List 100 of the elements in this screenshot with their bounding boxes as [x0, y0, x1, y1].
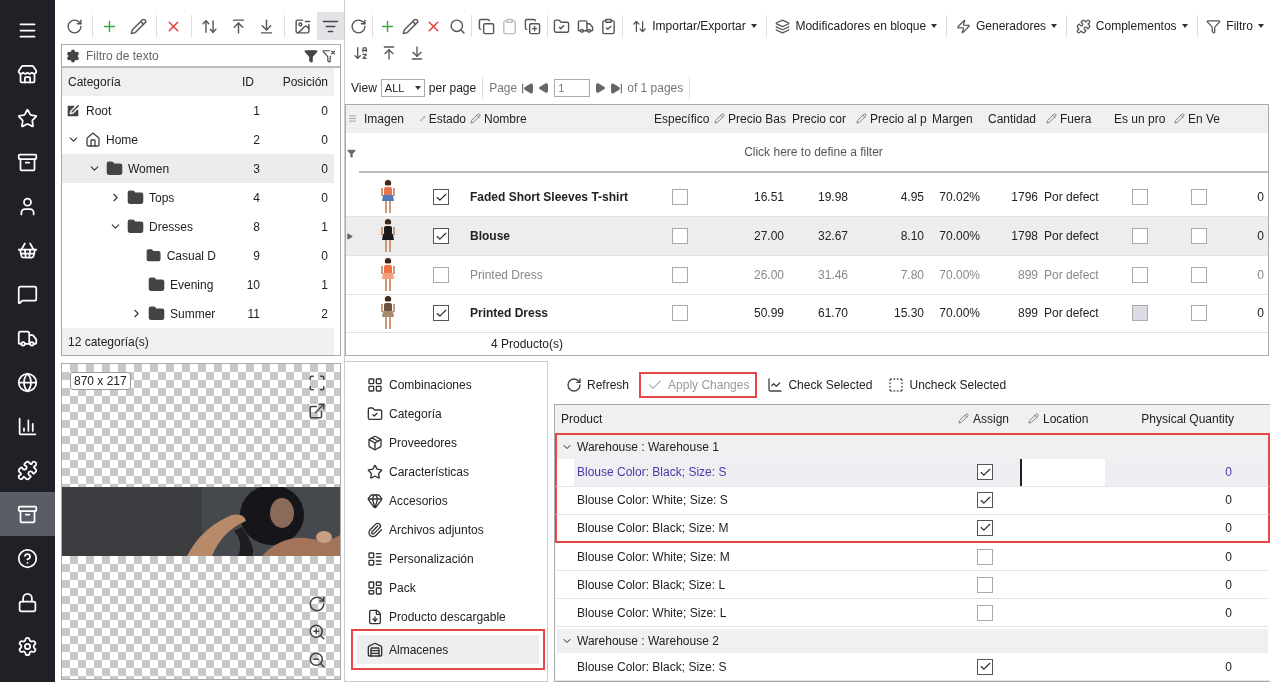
- tree-row[interactable]: Root 1 0: [62, 96, 334, 125]
- column-header[interactable]: Cantidad: [984, 111, 1042, 126]
- toolbar-button[interactable]: Uncheck Selected: [882, 372, 1013, 398]
- tree-row[interactable]: Dresses 8 1: [62, 212, 334, 241]
- menu-button[interactable]: Complementos: [1069, 13, 1194, 39]
- column-header[interactable]: Categoría: [62, 75, 210, 89]
- toolbar-button[interactable]: [317, 12, 344, 40]
- table-cell-text: 0: [1224, 521, 1233, 535]
- checkbox[interactable]: [672, 266, 688, 283]
- filter-clear-icon[interactable]: [322, 48, 336, 63]
- product-row[interactable]: Faded Short Sleeves T-shirt 16.51 19.98 4.95 70.02% 1796 Por defect 0: [346, 178, 1268, 218]
- table-cell-text: 31.46: [816, 267, 849, 282]
- filter-apply-icon[interactable]: [304, 48, 318, 63]
- sidebar-button[interactable]: [0, 492, 55, 536]
- column-header[interactable]: Es un pro: [1110, 111, 1170, 126]
- nav-item[interactable]: Pack: [345, 573, 547, 602]
- actual-size-icon[interactable]: [308, 374, 326, 392]
- column-header[interactable]: Posición: [260, 75, 334, 89]
- checkbox[interactable]: [977, 464, 993, 481]
- tree-row[interactable]: Tops 4 0: [62, 183, 334, 212]
- group-header[interactable]: Warehouse : Warehouse 1: [557, 434, 1268, 459]
- product-row[interactable]: Printed Dress 26.00 31.46 7.80 70.00% 899 Por defect 0: [346, 255, 1268, 295]
- warehouse-row[interactable]: Blouse Color: Black; Size: M 0: [555, 514, 1270, 543]
- checkbox[interactable]: [672, 305, 688, 322]
- nav-item[interactable]: Personalización: [345, 544, 547, 573]
- menu-button[interactable]: Filtro: [1200, 13, 1270, 39]
- checkbox[interactable]: [1132, 189, 1148, 206]
- column-header[interactable]: Margen: [928, 111, 984, 126]
- product-row[interactable]: Blouse 27.00 32.67 8.10 70.00% 1798 Por defect 0: [346, 217, 1268, 256]
- checkbox[interactable]: [433, 305, 449, 322]
- checkbox[interactable]: [1191, 305, 1207, 322]
- filter-row[interactable]: Click here to define a filter: [359, 132, 1268, 173]
- view-select[interactable]: ALL: [380, 79, 425, 97]
- next-page-icon[interactable]: [594, 82, 607, 94]
- column-header[interactable]: Imagen: [360, 111, 416, 126]
- column-header[interactable]: Fuera: [1042, 111, 1110, 126]
- nav-item[interactable]: Características: [345, 457, 547, 486]
- column-header[interactable]: Estado: [416, 111, 466, 126]
- rotate-icon[interactable]: [308, 595, 326, 613]
- last-page-icon[interactable]: [610, 81, 624, 95]
- page-field[interactable]: 1: [554, 79, 591, 97]
- menu-button[interactable]: Modificadores en bloque: [769, 13, 944, 39]
- previous-page-icon[interactable]: [538, 82, 551, 94]
- nav-item[interactable]: Categoría: [345, 399, 547, 428]
- location-field[interactable]: [1020, 458, 1105, 486]
- nav-item[interactable]: Producto descargable: [345, 602, 547, 631]
- column-header[interactable]: Específico: [650, 111, 710, 126]
- nav-item[interactable]: Accesorios: [345, 486, 547, 515]
- column-header[interactable]: ID: [210, 75, 260, 89]
- column-header[interactable]: Precio cor: [788, 111, 852, 126]
- column-header[interactable]: Nombre: [466, 111, 650, 126]
- category-name: Evening: [170, 277, 214, 292]
- nav-item[interactable]: Almacenes: [357, 635, 539, 664]
- checkbox[interactable]: [1132, 266, 1148, 283]
- checkbox[interactable]: [977, 548, 993, 565]
- menu-button[interactable]: Generadores: [950, 13, 1064, 39]
- checkbox[interactable]: [433, 228, 449, 245]
- group-header[interactable]: Warehouse : Warehouse 2: [557, 629, 1268, 653]
- product-row[interactable]: Printed Dress 50.99 61.70 15.30 70.00% 899 Por defect 0: [346, 294, 1268, 334]
- table-cell-text: 0: [1256, 267, 1265, 282]
- checkbox[interactable]: [1191, 228, 1207, 245]
- tree-row[interactable]: Casual D 9 0: [62, 241, 334, 270]
- toolbar-button[interactable]: Check Selected: [761, 372, 879, 398]
- zoom-out-icon[interactable]: [308, 651, 326, 669]
- root-icon: [65, 102, 81, 119]
- column-header[interactable]: Location: [1022, 412, 1107, 426]
- nav-item[interactable]: Archivos adjuntos: [345, 515, 547, 544]
- column-header[interactable]: Precio al p: [852, 111, 928, 126]
- list-layout-icon: [367, 550, 383, 567]
- tree-row[interactable]: Women 3 0: [62, 154, 334, 183]
- checkbox[interactable]: [433, 266, 449, 283]
- checkbox[interactable]: [977, 576, 993, 593]
- column-header[interactable]: Precio Bas: [710, 111, 788, 126]
- tree-row[interactable]: Evening 10 1: [62, 270, 334, 299]
- nav-item[interactable]: Proveedores: [345, 428, 547, 457]
- external-link-icon[interactable]: [308, 402, 326, 420]
- checkbox[interactable]: [977, 658, 993, 675]
- checkbox[interactable]: [672, 189, 688, 206]
- tree-row[interactable]: Summer 11 2: [62, 299, 334, 328]
- warehouse-row[interactable]: Blouse Color: White; Size: S 0: [555, 486, 1270, 515]
- checkbox[interactable]: [1132, 228, 1148, 245]
- checkbox[interactable]: [977, 604, 993, 621]
- checkbox[interactable]: [977, 492, 993, 509]
- column-header[interactable]: En Ve: [1170, 111, 1228, 126]
- warehouse-row[interactable]: Blouse Color: Black; Size: S 0: [555, 458, 1270, 487]
- tree-row[interactable]: Home 2 0: [62, 125, 334, 154]
- checkbox[interactable]: [1191, 266, 1207, 283]
- column-header[interactable]: Product: [555, 412, 952, 426]
- checkbox[interactable]: [672, 228, 688, 245]
- checkbox[interactable]: [977, 520, 993, 536]
- checkbox[interactable]: [1191, 189, 1207, 206]
- toolbar-button[interactable]: Refresh: [560, 372, 636, 398]
- first-page-icon[interactable]: [521, 81, 535, 95]
- column-header[interactable]: Assign: [952, 412, 1022, 426]
- nav-item[interactable]: Combinaciones: [345, 370, 547, 399]
- settings-icon[interactable]: [66, 48, 80, 63]
- column-header[interactable]: Physical Quantity: [1107, 412, 1242, 426]
- menu-button[interactable]: Importar/Exportar: [626, 13, 763, 39]
- checkbox[interactable]: [433, 189, 449, 206]
- zoom-in-icon[interactable]: [308, 623, 326, 641]
